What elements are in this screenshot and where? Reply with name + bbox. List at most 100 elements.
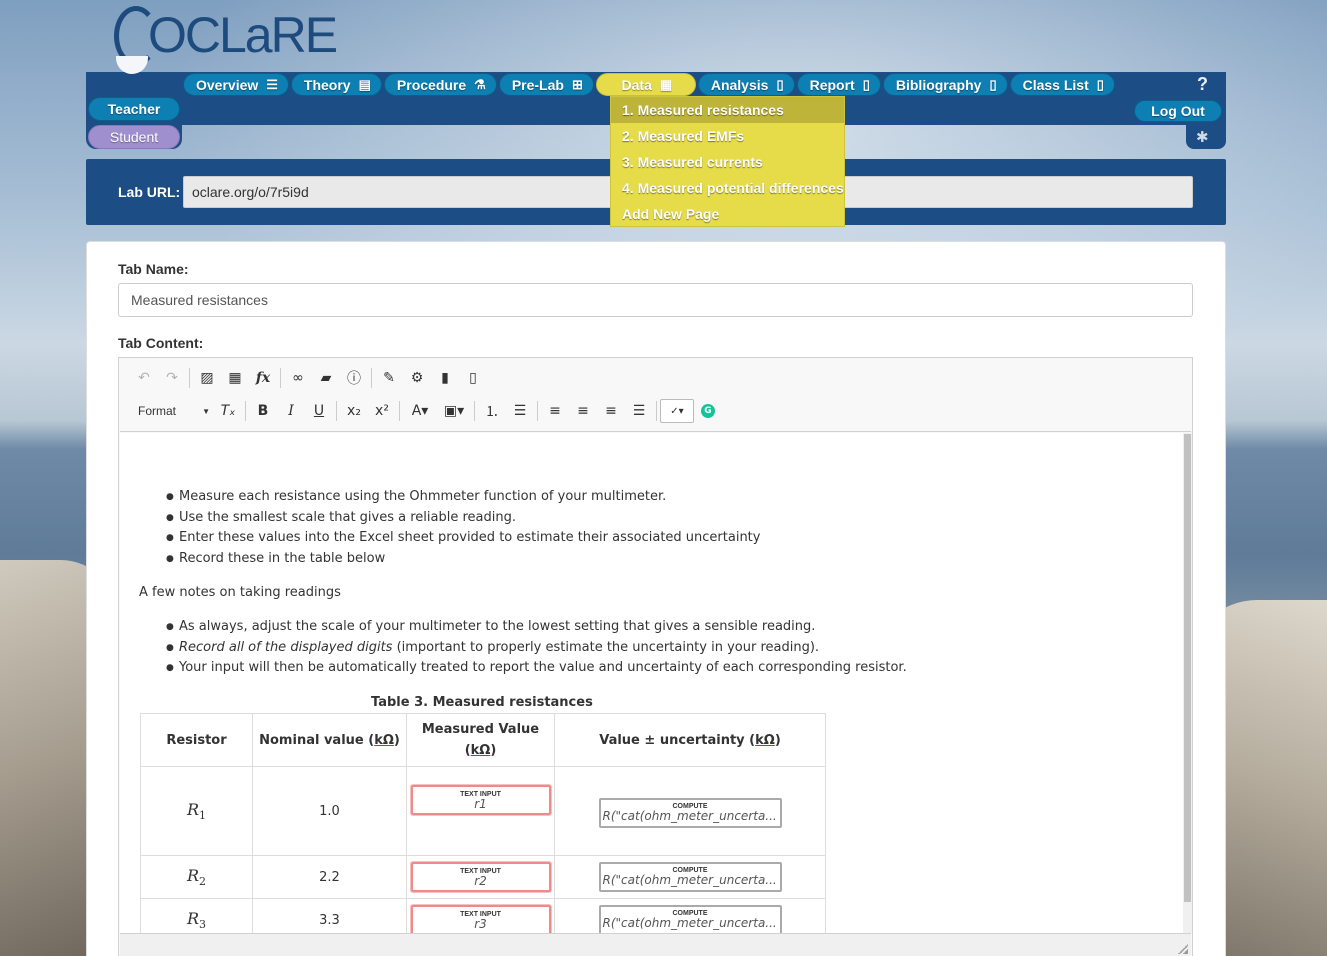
text-input-widget[interactable]: TEXT INPUT r2 [410,862,551,892]
compute-widget[interactable]: COMPUTE R("cat(ohm_meter_uncerta... [598,905,782,933]
resize-handle-icon[interactable] [1178,944,1188,954]
tab-pre-lab[interactable]: Pre-Lab ⊞ [498,73,594,96]
logo-text: OCLaRE [148,7,338,63]
tab-report[interactable]: Report ▯ [796,73,881,96]
page-icon[interactable]: ▯ [459,366,487,390]
redo-icon[interactable]: ↷ [158,366,186,390]
chevron-down-icon: ▼ [202,406,210,416]
header-value-uncertainty: Value ± uncertainty (kΩ) [554,713,826,767]
tab-data[interactable]: Data ▦ [595,73,696,96]
tab-overview[interactable]: Overview ☰ [183,73,289,96]
grammarly-icon[interactable]: G [694,399,722,423]
spellcheck-icon[interactable]: ✓▾ [660,399,694,423]
link-icon[interactable]: ∞ [284,366,312,390]
format-label: Format [138,404,177,418]
logout-button[interactable]: Log Out [1134,100,1222,122]
editor-content[interactable]: Measure each resistance using the Ohmmet… [120,433,1183,933]
formula-icon[interactable]: fx [249,366,277,390]
tab-label: Overview [196,76,259,93]
clear-format-icon[interactable]: Tₓ [214,399,242,423]
underline-icon[interactable]: U [305,399,333,423]
tab-analysis[interactable]: Analysis ▯ [697,73,795,96]
measured-cell: TEXT INPUT r3 [406,898,555,933]
header-text: Value ± uncertainty ( [599,732,756,748]
header-text: ) [393,732,400,748]
teacher-role-button[interactable]: Teacher [88,97,180,121]
widget-value: R("cat(ohm_meter_uncerta... [602,810,777,823]
notes-paragraph: A few notes on taking readings [139,585,341,600]
widget-value: r2 [474,873,487,888]
tab-class-list[interactable]: Class List ▯ [1009,73,1115,96]
image-icon[interactable]: ▨ [193,366,221,390]
nominal-cell: 2.2 [252,855,407,899]
tab-theory[interactable]: Theory ▤ [290,73,382,96]
compute-widget[interactable]: COMPUTE R("cat(ohm_meter_uncerta... [598,798,782,828]
text-color-icon[interactable]: A▾ [403,399,437,423]
value-uncertainty-cell: COMPUTE R("cat(ohm_meter_uncerta... [554,766,826,856]
tab-label: Class List [1022,76,1089,93]
measured-cell: TEXT INPUT r1 [406,766,555,856]
tab-label: Report [809,76,855,93]
menu-item-measured-resistances[interactable]: 1. Measured resistances [611,97,844,123]
list-item: Use the smallest scale that gives a reli… [166,508,760,529]
undo-icon[interactable]: ↶ [130,366,158,390]
bulleted-list-icon[interactable]: ☰ [506,399,534,423]
file-icon: ▯ [776,76,784,92]
bar-chart-icon[interactable]: ▮ [431,366,459,390]
tab-name-input[interactable] [118,283,1193,317]
bug-icon[interactable]: ✱ [1196,128,1209,146]
align-justify-icon[interactable]: ☰ [625,399,653,423]
table-header-row: Resistor Nominal value (kΩ) Measured Val… [140,713,826,767]
student-role-button[interactable]: Student [88,125,180,149]
widget-value: R("cat(ohm_meter_uncerta... [602,874,777,887]
toolbar-separator [656,401,657,421]
gears-icon[interactable]: ⚙ [403,366,431,390]
tab-procedure[interactable]: Procedure ⚗ [383,73,497,96]
bold-icon[interactable]: B [249,399,277,423]
list-item: Record these in the table below [166,549,760,570]
menu-item-measured-emfs[interactable]: 2. Measured EMFs [611,123,844,149]
value-uncertainty-cell: COMPUTE R("cat(ohm_meter_uncerta... [554,898,826,933]
toolbar-separator [537,401,538,421]
list-item: Enter these values into the Excel sheet … [166,528,760,549]
tab-label: Data [621,76,652,93]
align-center-icon[interactable]: ≡ [569,399,597,423]
menu-item-measured-currents[interactable]: 3. Measured currents [611,149,844,175]
tab-bibliography[interactable]: Bibliography ▯ [882,73,1008,96]
var-subscript: 1 [199,809,207,823]
text-input-widget[interactable]: TEXT INPUT r3 [410,905,551,933]
menu-item-add-new-page[interactable]: Add New Page [611,201,844,227]
widget-value: r3 [474,916,487,931]
book-icon: ▤ [358,76,371,92]
background-color-icon[interactable]: ▣▾ [437,399,471,423]
nominal-cell: 3.3 [252,898,407,933]
edit-icon[interactable]: ✎ [375,366,403,390]
subscript-icon[interactable]: x₂ [340,399,368,423]
editor-scrollbar-thumb[interactable] [1184,434,1191,902]
resistor-symbol: R3 [187,909,206,931]
book-icon[interactable]: ▰ [312,366,340,390]
compute-widget[interactable]: COMPUTE R("cat(ohm_meter_uncerta... [598,862,782,892]
clipboard-icon: ▯ [862,76,870,92]
tab-label: Analysis [710,76,769,93]
widget-value: R("cat(ohm_meter_uncerta... [602,917,777,930]
editor-footer [120,933,1191,956]
info-icon[interactable]: ⓘ [340,366,368,390]
list-item: Record all of the displayed digits (impo… [166,638,907,659]
menu-item-measured-potential-differences[interactable]: 4. Measured potential differences [611,175,844,201]
flask-icon: ⚗ [474,76,486,92]
nominal-cell: 1.0 [252,766,407,856]
widget-caption: COMPUTE [672,867,708,874]
widget-caption: COMPUTE [672,910,708,917]
italic-icon[interactable]: I [277,399,305,423]
align-right-icon[interactable]: ≡ [597,399,625,423]
help-icon[interactable]: ? [1197,74,1208,95]
tab-content-label: Tab Content: [118,335,204,351]
text-input-widget[interactable]: TEXT INPUT r1 [410,785,551,815]
table-icon[interactable]: ▦ [221,366,249,390]
list-item: As always, adjust the scale of your mult… [166,617,907,638]
numbered-list-icon[interactable]: ⒈ [478,399,506,423]
superscript-icon[interactable]: x² [368,399,396,423]
align-left-icon[interactable]: ≡ [541,399,569,423]
format-dropdown[interactable]: Format ▼ [130,399,214,423]
